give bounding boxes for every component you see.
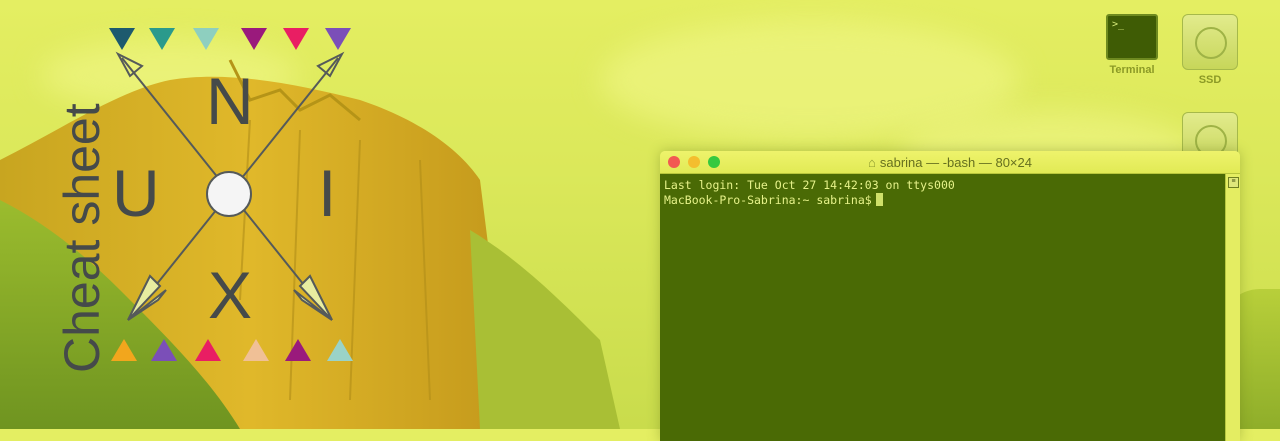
terminal-scrollbar[interactable]: ≡	[1225, 174, 1240, 441]
triangle-up-icon	[151, 339, 177, 361]
triangle-up-icon	[285, 339, 311, 361]
shell-prompt: MacBook-Pro-Sabrina:~ sabrina$	[664, 193, 872, 207]
desktop-icon-label: Terminal	[1109, 64, 1155, 76]
terminal-prompt-line: MacBook-Pro-Sabrina:~ sabrina$	[664, 193, 1222, 208]
window-title: ⌂ sabrina — -bash — 80×24	[868, 155, 1032, 170]
terminal-line: Last login: Tue Oct 27 14:42:03 on ttys0…	[664, 178, 955, 192]
scroll-menu-icon[interactable]: ≡	[1228, 177, 1239, 188]
desktop-icon-terminal[interactable]: >_ Terminal	[1092, 14, 1172, 76]
letter-u: U	[112, 156, 160, 230]
desktop-icon-ssd[interactable]: SSD	[1170, 14, 1250, 86]
terminal-titlebar[interactable]: ⌂ sabrina — -bash — 80×24	[660, 151, 1240, 174]
terminal-app-icon: >_	[1106, 14, 1158, 60]
triangle-down-icon	[283, 28, 309, 50]
terminal-output[interactable]: Last login: Tue Oct 27 14:42:03 on ttys0…	[660, 174, 1226, 441]
hard-drive-icon	[1182, 14, 1238, 70]
triangle-down-icon	[193, 28, 219, 50]
unix-cheat-sheet-logo: Cheat sheet N U I X	[0, 0, 380, 429]
text-cursor	[875, 193, 883, 206]
triangle-down-icon	[149, 28, 175, 50]
home-folder-icon: ⌂	[868, 155, 876, 170]
triangle-down-icon	[325, 28, 351, 50]
desktop-icon-label: SSD	[1198, 74, 1222, 86]
terminal-window[interactable]: ⌂ sabrina — -bash — 80×24 Last login: Tue…	[660, 151, 1240, 441]
letter-i: I	[318, 156, 337, 230]
triangle-down-icon	[241, 28, 267, 50]
triangle-up-icon	[327, 339, 353, 361]
letter-x: X	[208, 258, 253, 332]
triangle-down-icon	[109, 28, 135, 50]
triangle-up-icon	[243, 339, 269, 361]
letter-n: N	[206, 64, 254, 138]
triangle-up-icon	[111, 339, 137, 361]
triangle-up-icon	[195, 339, 221, 361]
